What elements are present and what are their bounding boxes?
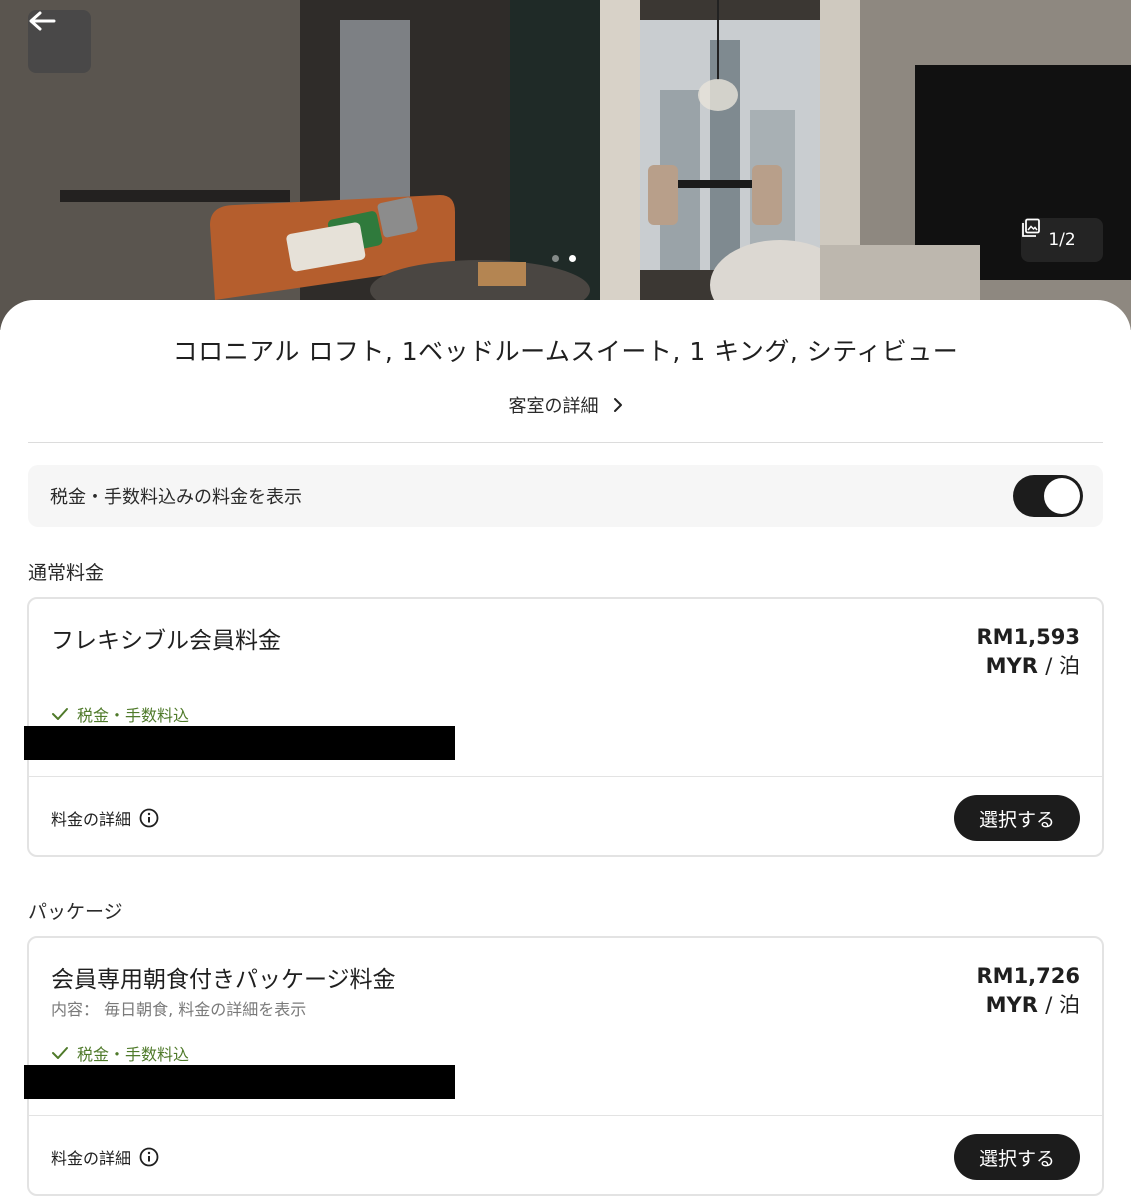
tax-toggle-switch[interactable]: [1013, 475, 1083, 517]
section-heading-standard: 通常料金: [28, 562, 105, 584]
room-details-label: 客室の詳細: [508, 396, 599, 417]
tax-toggle-row: 税金・手数料込みの料金を表示: [28, 465, 1103, 527]
carousel-dot[interactable]: [552, 255, 559, 262]
price-per-night: / 泊: [1045, 993, 1080, 1017]
rate-card: フレキシブル会員料金 RM1,593 MYR / 泊 税金・手数料込 料金の詳細…: [24, 597, 1104, 857]
rate-price: RM1,593 MYR / 泊: [977, 623, 1081, 681]
room-photo[interactable]: 1/2: [0, 0, 1131, 330]
rate-name: 会員専用朝食付きパッケージ料金: [51, 967, 396, 993]
back-button[interactable]: [28, 10, 91, 73]
rate-details-link[interactable]: 料金の詳細: [51, 1145, 159, 1169]
card-divider: [29, 776, 1102, 777]
tax-included-note: 税金・手数料込: [51, 702, 189, 726]
rate-name: フレキシブル会員料金: [51, 628, 281, 654]
carousel-dots[interactable]: [552, 255, 576, 262]
section-heading-package: パッケージ: [28, 901, 123, 923]
price-per-night: / 泊: [1045, 654, 1080, 678]
rate-card: 会員専用朝食付きパッケージ料金 内容： 毎日朝食, 料金の詳細を表示 RM1,7…: [24, 936, 1104, 1196]
check-icon: [52, 708, 68, 720]
image-counter: 1/2: [1048, 230, 1076, 250]
toggle-knob: [1044, 478, 1080, 514]
tax-included-label: 税金・手数料込: [77, 706, 190, 725]
select-button[interactable]: 選択する: [954, 795, 1080, 841]
room-title: コロニアル ロフト, 1ベッドルームスイート, 1 キング, シティビュー: [172, 337, 959, 366]
rate-details-link[interactable]: 料金の詳細: [51, 806, 159, 830]
card-divider: [29, 1115, 1102, 1116]
rate-inclusions[interactable]: 内容： 毎日朝食, 料金の詳細を表示: [51, 996, 306, 1020]
room-photo-illustration: [0, 0, 1131, 330]
info-icon: [139, 808, 159, 828]
info-icon: [139, 1147, 159, 1167]
divider: [28, 442, 1103, 443]
room-details-link[interactable]: 客室の詳細: [0, 392, 1131, 418]
check-icon: [52, 1047, 68, 1059]
tax-toggle-label: 税金・手数料込みの料金を表示: [50, 487, 302, 508]
redacted-block: [24, 1065, 455, 1099]
chevron-right-icon: [613, 398, 622, 412]
price-amount: RM1,593: [976, 625, 1081, 649]
rate-price: RM1,726 MYR / 泊: [977, 962, 1081, 1020]
select-button[interactable]: 選択する: [954, 1134, 1080, 1180]
arrow-left-icon: [29, 11, 56, 31]
rate-details-label: 料金の詳細: [51, 1149, 132, 1168]
redacted-block: [24, 726, 455, 760]
gallery-button[interactable]: 1/2: [1021, 218, 1103, 262]
carousel-dot-active[interactable]: [569, 255, 576, 262]
room-rates-sheet: コロニアル ロフト, 1ベッドルームスイート, 1 キング, シティビュー 客室…: [0, 300, 1131, 1200]
price-amount: RM1,726: [976, 964, 1081, 988]
rate-details-label: 料金の詳細: [51, 810, 132, 829]
tax-included-note: 税金・手数料込: [51, 1041, 189, 1065]
price-currency: MYR: [985, 993, 1038, 1017]
price-currency: MYR: [985, 654, 1038, 678]
gallery-icon: [1022, 218, 1040, 237]
tax-included-label: 税金・手数料込: [77, 1045, 190, 1064]
